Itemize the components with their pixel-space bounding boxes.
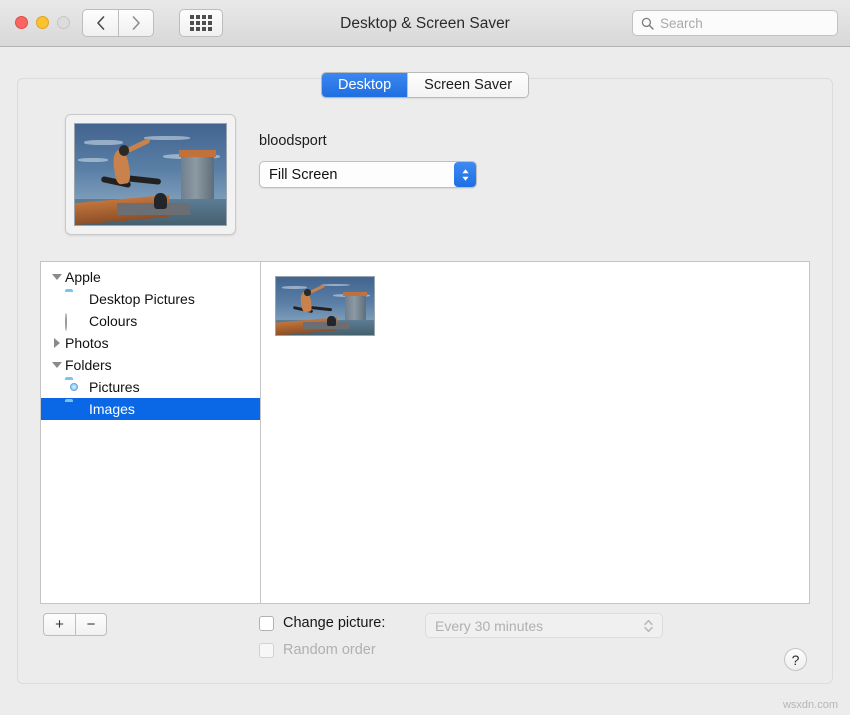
popup-stepper-icon	[454, 162, 476, 187]
wallpaper-thumbnail[interactable]	[275, 276, 375, 336]
change-picture-label: Change picture:	[283, 615, 385, 631]
chevron-right-icon	[132, 16, 141, 30]
source-row-photos[interactable]: Photos	[41, 332, 260, 354]
source-row-desktop-pictures[interactable]: Desktop Pictures	[41, 288, 260, 310]
source-row-pictures[interactable]: Pictures	[41, 376, 260, 398]
forward-button[interactable]	[118, 9, 154, 37]
source-row-colours[interactable]: Colours	[41, 310, 260, 332]
wallpaper-grid[interactable]	[261, 262, 809, 603]
close-button[interactable]	[15, 16, 28, 29]
help-button[interactable]: ?	[784, 648, 807, 671]
random-order-label: Random order	[283, 642, 376, 658]
folder-camera-icon	[65, 380, 83, 395]
change-picture-checkbox[interactable]	[259, 616, 274, 631]
change-interval-popup-button[interactable]: Every 30 minutes	[425, 613, 663, 638]
remove-folder-button[interactable]: −	[75, 613, 107, 636]
source-row-folders[interactable]: Folders	[41, 354, 260, 376]
tab-bar: Desktop Screen Saver	[0, 72, 850, 98]
source-list[interactable]: Apple Desktop Pictures Colours Photos Fo…	[41, 262, 261, 603]
minimize-button[interactable]	[36, 16, 49, 29]
source-row-apple[interactable]: Apple	[41, 266, 260, 288]
globe-icon	[65, 314, 83, 329]
source-label: Colours	[89, 314, 137, 328]
folder-icon	[65, 402, 83, 417]
scaling-popup-button[interactable]: Fill Screen	[259, 161, 477, 188]
random-order-checkbox[interactable]	[259, 643, 274, 658]
desktop-preview-image	[74, 123, 227, 226]
current-image-name: bloodsport	[259, 133, 327, 149]
change-picture-row: Change picture:	[259, 615, 385, 631]
add-folder-button[interactable]: +	[43, 613, 75, 636]
folder-icon	[65, 292, 83, 307]
disclosure-triangle-open-icon[interactable]	[49, 362, 65, 368]
scaling-popup-value: Fill Screen	[260, 167, 454, 183]
tab-desktop[interactable]: Desktop	[322, 73, 407, 97]
source-label: Pictures	[89, 380, 140, 394]
traffic-light-group	[15, 16, 70, 29]
source-row-images[interactable]: Images	[41, 398, 260, 420]
back-button[interactable]	[82, 9, 118, 37]
show-all-button[interactable]	[179, 9, 223, 37]
add-remove-button-group: + −	[43, 613, 107, 636]
navigation-button-group	[82, 9, 154, 37]
popup-stepper-icon	[638, 618, 658, 634]
source-and-content-lists: Apple Desktop Pictures Colours Photos Fo…	[40, 261, 810, 604]
search-field[interactable]: Search	[632, 10, 838, 36]
tab-screen-saver[interactable]: Screen Saver	[407, 73, 528, 97]
random-order-row: Random order	[259, 642, 376, 658]
chevron-left-icon	[96, 16, 105, 30]
window-titlebar: Desktop & Screen Saver Search	[0, 0, 850, 47]
source-label: Folders	[65, 358, 112, 372]
change-interval-value: Every 30 minutes	[426, 618, 638, 634]
desktop-preview-frame[interactable]	[65, 114, 236, 235]
zoom-button[interactable]	[57, 16, 70, 29]
source-label: Photos	[65, 336, 109, 350]
grid-icon	[190, 15, 212, 31]
source-label: Apple	[65, 270, 101, 284]
source-label: Desktop Pictures	[89, 292, 195, 306]
source-label: Images	[89, 402, 135, 416]
search-icon	[641, 17, 654, 30]
watermark: wsxdn.com	[783, 699, 838, 711]
disclosure-triangle-open-icon[interactable]	[49, 274, 65, 280]
disclosure-triangle-closed-icon[interactable]	[49, 338, 65, 348]
search-placeholder: Search	[660, 16, 703, 31]
